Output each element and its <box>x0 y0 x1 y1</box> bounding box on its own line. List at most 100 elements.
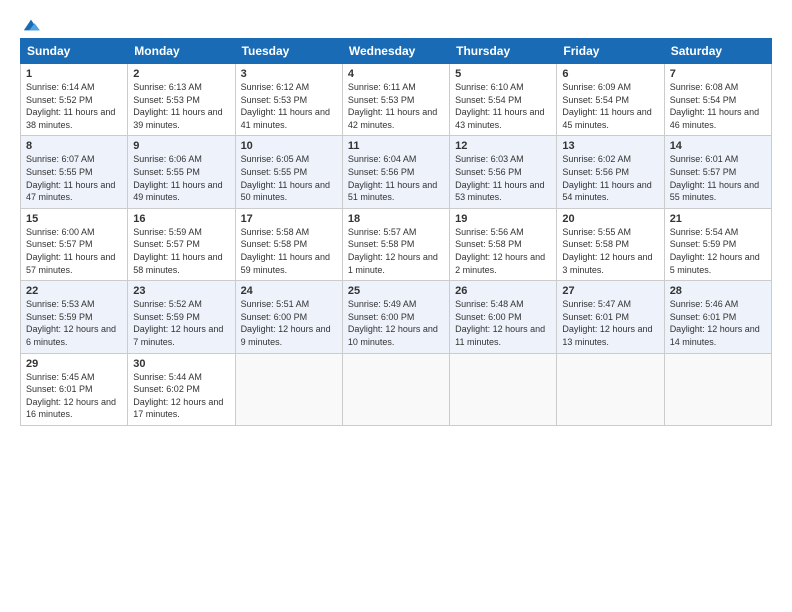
day-info: Sunrise: 5:52 AM Sunset: 5:59 PM Dayligh… <box>133 298 229 348</box>
day-number: 21 <box>670 213 766 225</box>
day-info: Sunrise: 5:56 AM Sunset: 5:58 PM Dayligh… <box>455 226 551 276</box>
calendar-header-cell: Tuesday <box>235 39 342 64</box>
day-info: Sunrise: 6:05 AM Sunset: 5:55 PM Dayligh… <box>241 153 337 203</box>
day-info: Sunrise: 6:04 AM Sunset: 5:56 PM Dayligh… <box>348 153 444 203</box>
day-info: Sunrise: 6:03 AM Sunset: 5:56 PM Dayligh… <box>455 153 551 203</box>
day-info: Sunrise: 6:02 AM Sunset: 5:56 PM Dayligh… <box>562 153 658 203</box>
day-number: 30 <box>133 358 229 370</box>
day-number: 8 <box>26 140 122 152</box>
calendar: SundayMondayTuesdayWednesdayThursdayFrid… <box>20 38 772 426</box>
day-number: 29 <box>26 358 122 370</box>
day-info: Sunrise: 5:59 AM Sunset: 5:57 PM Dayligh… <box>133 226 229 276</box>
calendar-header-cell: Thursday <box>450 39 557 64</box>
day-number: 20 <box>562 213 658 225</box>
day-info: Sunrise: 5:53 AM Sunset: 5:59 PM Dayligh… <box>26 298 122 348</box>
calendar-header-cell: Friday <box>557 39 664 64</box>
day-number: 18 <box>348 213 444 225</box>
calendar-header-cell: Sunday <box>21 39 128 64</box>
calendar-day-cell: 2 Sunrise: 6:13 AM Sunset: 5:53 PM Dayli… <box>128 64 235 136</box>
day-info: Sunrise: 6:11 AM Sunset: 5:53 PM Dayligh… <box>348 81 444 131</box>
day-info: Sunrise: 5:57 AM Sunset: 5:58 PM Dayligh… <box>348 226 444 276</box>
calendar-day-cell: 9 Sunrise: 6:06 AM Sunset: 5:55 PM Dayli… <box>128 136 235 208</box>
day-info: Sunrise: 6:07 AM Sunset: 5:55 PM Dayligh… <box>26 153 122 203</box>
day-number: 6 <box>562 68 658 80</box>
day-number: 11 <box>348 140 444 152</box>
day-info: Sunrise: 5:44 AM Sunset: 6:02 PM Dayligh… <box>133 371 229 421</box>
calendar-day-cell: 23 Sunrise: 5:52 AM Sunset: 5:59 PM Dayl… <box>128 281 235 353</box>
day-info: Sunrise: 5:46 AM Sunset: 6:01 PM Dayligh… <box>670 298 766 348</box>
calendar-day-cell: 10 Sunrise: 6:05 AM Sunset: 5:55 PM Dayl… <box>235 136 342 208</box>
logo <box>20 16 40 34</box>
calendar-header-row: SundayMondayTuesdayWednesdayThursdayFrid… <box>21 39 772 64</box>
day-info: Sunrise: 5:45 AM Sunset: 6:01 PM Dayligh… <box>26 371 122 421</box>
day-number: 16 <box>133 213 229 225</box>
day-number: 7 <box>670 68 766 80</box>
day-number: 23 <box>133 285 229 297</box>
day-number: 24 <box>241 285 337 297</box>
calendar-day-cell: 22 Sunrise: 5:53 AM Sunset: 5:59 PM Dayl… <box>21 281 128 353</box>
day-number: 15 <box>26 213 122 225</box>
calendar-day-cell: 15 Sunrise: 6:00 AM Sunset: 5:57 PM Dayl… <box>21 208 128 280</box>
calendar-day-cell: 26 Sunrise: 5:48 AM Sunset: 6:00 PM Dayl… <box>450 281 557 353</box>
calendar-week-row: 15 Sunrise: 6:00 AM Sunset: 5:57 PM Dayl… <box>21 208 772 280</box>
day-info: Sunrise: 5:49 AM Sunset: 6:00 PM Dayligh… <box>348 298 444 348</box>
calendar-day-cell: 18 Sunrise: 5:57 AM Sunset: 5:58 PM Dayl… <box>342 208 449 280</box>
logo-icon <box>22 16 40 34</box>
calendar-header-cell: Wednesday <box>342 39 449 64</box>
calendar-header-cell: Saturday <box>664 39 771 64</box>
calendar-day-cell: 5 Sunrise: 6:10 AM Sunset: 5:54 PM Dayli… <box>450 64 557 136</box>
day-info: Sunrise: 6:12 AM Sunset: 5:53 PM Dayligh… <box>241 81 337 131</box>
calendar-day-cell: 11 Sunrise: 6:04 AM Sunset: 5:56 PM Dayl… <box>342 136 449 208</box>
day-number: 14 <box>670 140 766 152</box>
day-number: 28 <box>670 285 766 297</box>
calendar-header-cell: Monday <box>128 39 235 64</box>
day-info: Sunrise: 5:47 AM Sunset: 6:01 PM Dayligh… <box>562 298 658 348</box>
calendar-day-cell: 24 Sunrise: 5:51 AM Sunset: 6:00 PM Dayl… <box>235 281 342 353</box>
day-info: Sunrise: 6:09 AM Sunset: 5:54 PM Dayligh… <box>562 81 658 131</box>
day-number: 26 <box>455 285 551 297</box>
calendar-day-cell: 20 Sunrise: 5:55 AM Sunset: 5:58 PM Dayl… <box>557 208 664 280</box>
calendar-day-cell: 7 Sunrise: 6:08 AM Sunset: 5:54 PM Dayli… <box>664 64 771 136</box>
calendar-week-row: 8 Sunrise: 6:07 AM Sunset: 5:55 PM Dayli… <box>21 136 772 208</box>
day-number: 2 <box>133 68 229 80</box>
calendar-day-cell: 30 Sunrise: 5:44 AM Sunset: 6:02 PM Dayl… <box>128 353 235 425</box>
calendar-day-cell <box>450 353 557 425</box>
calendar-day-cell: 12 Sunrise: 6:03 AM Sunset: 5:56 PM Dayl… <box>450 136 557 208</box>
day-number: 5 <box>455 68 551 80</box>
calendar-day-cell: 6 Sunrise: 6:09 AM Sunset: 5:54 PM Dayli… <box>557 64 664 136</box>
day-number: 10 <box>241 140 337 152</box>
calendar-day-cell: 17 Sunrise: 5:58 AM Sunset: 5:58 PM Dayl… <box>235 208 342 280</box>
day-number: 3 <box>241 68 337 80</box>
calendar-week-row: 22 Sunrise: 5:53 AM Sunset: 5:59 PM Dayl… <box>21 281 772 353</box>
day-info: Sunrise: 6:14 AM Sunset: 5:52 PM Dayligh… <box>26 81 122 131</box>
calendar-day-cell <box>235 353 342 425</box>
day-info: Sunrise: 6:01 AM Sunset: 5:57 PM Dayligh… <box>670 153 766 203</box>
day-info: Sunrise: 5:54 AM Sunset: 5:59 PM Dayligh… <box>670 226 766 276</box>
day-info: Sunrise: 5:48 AM Sunset: 6:00 PM Dayligh… <box>455 298 551 348</box>
day-info: Sunrise: 6:13 AM Sunset: 5:53 PM Dayligh… <box>133 81 229 131</box>
day-info: Sunrise: 5:51 AM Sunset: 6:00 PM Dayligh… <box>241 298 337 348</box>
calendar-day-cell <box>342 353 449 425</box>
calendar-day-cell: 14 Sunrise: 6:01 AM Sunset: 5:57 PM Dayl… <box>664 136 771 208</box>
calendar-week-row: 1 Sunrise: 6:14 AM Sunset: 5:52 PM Dayli… <box>21 64 772 136</box>
day-info: Sunrise: 5:55 AM Sunset: 5:58 PM Dayligh… <box>562 226 658 276</box>
day-number: 22 <box>26 285 122 297</box>
day-info: Sunrise: 6:10 AM Sunset: 5:54 PM Dayligh… <box>455 81 551 131</box>
day-info: Sunrise: 5:58 AM Sunset: 5:58 PM Dayligh… <box>241 226 337 276</box>
calendar-day-cell: 28 Sunrise: 5:46 AM Sunset: 6:01 PM Dayl… <box>664 281 771 353</box>
calendar-day-cell: 21 Sunrise: 5:54 AM Sunset: 5:59 PM Dayl… <box>664 208 771 280</box>
day-number: 27 <box>562 285 658 297</box>
calendar-day-cell: 3 Sunrise: 6:12 AM Sunset: 5:53 PM Dayli… <box>235 64 342 136</box>
day-number: 17 <box>241 213 337 225</box>
day-info: Sunrise: 6:00 AM Sunset: 5:57 PM Dayligh… <box>26 226 122 276</box>
day-info: Sunrise: 6:06 AM Sunset: 5:55 PM Dayligh… <box>133 153 229 203</box>
day-number: 12 <box>455 140 551 152</box>
calendar-day-cell: 29 Sunrise: 5:45 AM Sunset: 6:01 PM Dayl… <box>21 353 128 425</box>
calendar-day-cell: 27 Sunrise: 5:47 AM Sunset: 6:01 PM Dayl… <box>557 281 664 353</box>
calendar-day-cell: 4 Sunrise: 6:11 AM Sunset: 5:53 PM Dayli… <box>342 64 449 136</box>
calendar-day-cell <box>557 353 664 425</box>
calendar-day-cell <box>664 353 771 425</box>
calendar-day-cell: 13 Sunrise: 6:02 AM Sunset: 5:56 PM Dayl… <box>557 136 664 208</box>
calendar-week-row: 29 Sunrise: 5:45 AM Sunset: 6:01 PM Dayl… <box>21 353 772 425</box>
day-number: 19 <box>455 213 551 225</box>
